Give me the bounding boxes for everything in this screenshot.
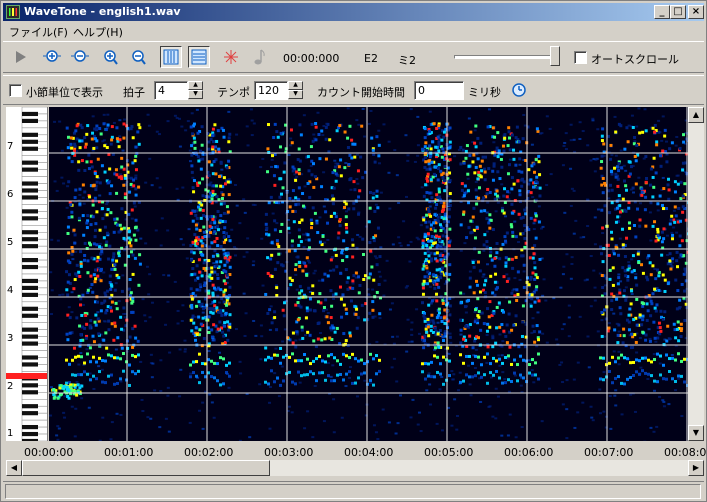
milliseconds-label: ミリ秒 [468,86,501,99]
time-axis: 00:00:00 00:01:00 00:02:00 00:03:00 00:0… [6,443,707,459]
time-tick-label: 00:02:00 [184,446,234,459]
time-tick-label: 00:00:00 [24,446,74,459]
minimize-button[interactable]: _ [654,5,670,19]
music-note-icon [254,49,265,65]
horizontal-grid-button[interactable] [188,46,210,68]
time-tick-label: 00:06:00 [504,446,554,459]
clock-icon [512,83,526,97]
time-tick-label: 00:01:00 [104,446,154,459]
status-bar [3,481,704,499]
zoom-in-vertical-icon [104,50,118,65]
measure-unit-label: 小節単位で表示 [26,86,103,99]
play-icon [16,51,26,63]
spectrum-burst-icon [224,50,238,64]
spin-up-icon[interactable]: ▲ [188,81,203,90]
zoom-out-vertical-icon [132,50,146,65]
zoom-in-horizontal-button[interactable] [41,46,63,68]
octave-labels: 7 6 5 4 3 2 1 [6,107,22,441]
zoom-out-vertical-button[interactable] [127,46,149,68]
playback-toolbar: 00:00:000 E2 ミ2 オートスクロール [3,41,704,73]
time-tick-label: 00:05:00 [424,446,474,459]
autoscroll-label: オートスクロール [591,53,679,66]
scroll-down-arrow-icon[interactable]: ▼ [688,425,704,441]
status-pane [5,484,701,499]
time-tick-label: 00:08:0 [664,446,707,459]
count-start-label: カウント開始時間 [317,86,405,99]
current-note-letter: E2 [364,52,378,65]
menu-bar: ファイル(F) ヘルプ(H) [3,22,704,40]
time-tick-label: 00:03:00 [264,446,314,459]
beat-input[interactable]: 4 [154,81,188,100]
vertical-lines-icon [163,49,179,65]
horizontal-scrollbar[interactable]: ◀ ▶ [6,460,704,476]
volume-slider-track[interactable] [454,55,558,59]
title-bar[interactable]: WaveTone - english1.wav _ □ × [3,3,704,21]
time-tick-label: 00:04:00 [344,446,394,459]
autoscroll-checkbox[interactable] [574,51,587,64]
spin-down-icon[interactable]: ▼ [288,90,303,99]
note-button[interactable] [248,46,270,68]
window-title: WaveTone - english1.wav [24,5,181,18]
zoom-out-horizontal-button[interactable] [69,46,91,68]
spectrogram-view[interactable] [49,107,688,441]
maximize-button[interactable]: □ [670,5,686,19]
octave-label: 3 [7,333,14,344]
tempo-label: テンポ [217,86,250,99]
time-tick-label: 00:07:00 [584,446,634,459]
volume-slider-thumb[interactable] [550,46,560,66]
wavetone-app-icon[interactable] [6,5,20,19]
vertical-scrollbar[interactable]: ▲ ▼ [688,107,704,441]
play-button[interactable] [9,46,31,68]
octave-label: 5 [7,237,14,248]
horizontal-lines-icon [191,49,207,65]
scroll-up-arrow-icon[interactable]: ▲ [688,107,704,123]
octave-label: 1 [7,428,14,439]
octave-label: 7 [7,141,14,152]
spin-down-icon[interactable]: ▼ [188,90,203,99]
octave-label: 6 [7,189,14,200]
beat-label: 拍子 [123,86,145,99]
app-window: WaveTone - english1.wav _ □ × ファイル(F) ヘル… [0,0,707,502]
count-start-input[interactable]: 0 [414,81,464,100]
menu-file[interactable]: ファイル(F) [9,24,68,40]
current-time: 00:00:000 [283,52,340,65]
spectrum-button[interactable] [220,46,242,68]
vertical-grid-button[interactable] [160,46,182,68]
octave-label: 2 [7,381,14,392]
spectrogram-image [49,107,688,441]
scroll-left-arrow-icon[interactable]: ◀ [6,460,22,476]
current-note-solfege: ミ2 [398,54,416,67]
tempo-spinner[interactable]: ▲ ▼ [288,81,303,100]
menu-help[interactable]: ヘルプ(H) [73,24,123,40]
zoom-in-horizontal-icon [43,50,61,62]
tempo-input[interactable]: 120 [254,81,288,100]
spin-up-icon[interactable]: ▲ [288,81,303,90]
timer-button[interactable] [508,79,530,101]
zoom-in-vertical-button[interactable] [99,46,121,68]
beat-spinner[interactable]: ▲ ▼ [188,81,203,100]
tempo-toolbar: 小節単位で表示 拍子 4 ▲ ▼ テンポ 120 ▲ ▼ カウント開始時間 0 ミリ… [3,75,704,105]
close-button[interactable]: × [688,5,704,19]
octave-label: 4 [7,285,14,296]
zoom-out-horizontal-icon [71,50,89,62]
horizontal-scroll-thumb[interactable] [22,460,270,476]
measure-unit-checkbox[interactable] [9,84,22,97]
scroll-right-arrow-icon[interactable]: ▶ [688,460,704,476]
